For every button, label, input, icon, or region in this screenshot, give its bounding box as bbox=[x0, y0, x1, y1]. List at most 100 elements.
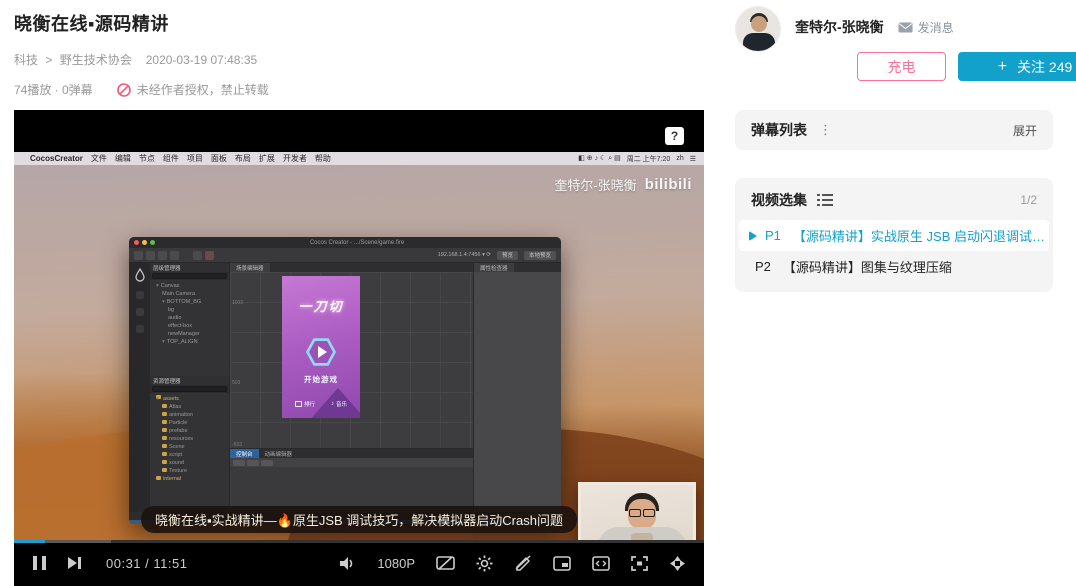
follow-button[interactable]: + 关注 249 bbox=[958, 52, 1076, 81]
send-message-link[interactable]: 发消息 bbox=[898, 19, 954, 36]
animation-editor-tab[interactable]: 动画编辑器 bbox=[259, 449, 299, 458]
console-filter-button[interactable] bbox=[261, 459, 273, 466]
start-game-button[interactable] bbox=[306, 337, 336, 367]
hierarchy-search-input[interactable] bbox=[152, 273, 227, 279]
page-title: 晓衡在线▪源码精讲 bbox=[14, 14, 169, 34]
rank-icon bbox=[294, 401, 302, 407]
window-titlebar: Cocos Creator - .../Scene/game.fire bbox=[129, 237, 561, 248]
rect-tool-icon[interactable] bbox=[170, 250, 179, 260]
playlist-list-icon[interactable] bbox=[817, 194, 833, 206]
inspector-tab[interactable]: 属性检查器 bbox=[474, 263, 514, 272]
local-preview-button[interactable]: 本地预览 bbox=[523, 250, 556, 260]
close-window-icon[interactable] bbox=[134, 240, 139, 245]
tree-node[interactable]: effect-box bbox=[150, 322, 229, 330]
asset-folder[interactable]: Atlas bbox=[150, 403, 229, 411]
assets-search-row bbox=[150, 385, 229, 393]
pip-button[interactable] bbox=[553, 555, 571, 571]
tree-node[interactable]: TOP_ALIGN bbox=[150, 338, 229, 346]
menubar-app-name: CocosCreator bbox=[30, 154, 83, 163]
envelope-icon bbox=[898, 22, 913, 32]
breadcrumb-subcategory[interactable]: 野生技术协会 bbox=[60, 53, 132, 67]
blocked-words-button[interactable] bbox=[514, 555, 532, 571]
ruler-label: -503 bbox=[232, 442, 243, 448]
console-filter-button[interactable] bbox=[233, 459, 245, 466]
asset-folder[interactable]: Scene bbox=[150, 443, 229, 451]
music-note-icon: ♪ bbox=[331, 401, 334, 407]
menubar-clock: 周二 上午7:20 bbox=[626, 155, 671, 163]
minimize-window-icon[interactable] bbox=[142, 240, 147, 245]
pivot-toggle-icon[interactable] bbox=[193, 250, 202, 260]
tree-node[interactable]: Canvas bbox=[150, 282, 229, 290]
playlist-item-id: P2 bbox=[755, 259, 771, 274]
playlist-item-p2[interactable]: P2 【源码精讲】图集与纹理压缩 bbox=[735, 251, 1053, 282]
tree-node[interactable]: Main Camera bbox=[150, 290, 229, 298]
music-button[interactable]: ♪ 音乐 bbox=[331, 400, 347, 408]
menu-project: 项目 bbox=[186, 154, 203, 163]
uploader-name[interactable]: 奎特尔-张晓衡 bbox=[795, 17, 884, 37]
danmaku-toggle-button[interactable] bbox=[436, 555, 455, 571]
copyright-notice: 未经作者授权，禁止转载 bbox=[136, 83, 269, 97]
asset-folder[interactable]: Particle bbox=[150, 419, 229, 427]
publish-time: 2020-03-19 07:48:35 bbox=[145, 52, 258, 67]
rank-button[interactable]: 排行 bbox=[294, 400, 315, 408]
asset-folder[interactable]: prefabs bbox=[150, 427, 229, 435]
asset-folder[interactable]: assets bbox=[150, 395, 229, 403]
menu-help: 帮助 bbox=[314, 154, 331, 163]
zoom-window-icon[interactable] bbox=[150, 240, 155, 245]
dock-item-icon[interactable] bbox=[135, 291, 144, 299]
breadcrumb-separator: > bbox=[45, 53, 53, 67]
tree-node[interactable]: BOTTOM_BG bbox=[150, 298, 229, 306]
quality-selector[interactable]: 1080P bbox=[377, 556, 415, 571]
playlist-panel: 视频选集 1/2 P1 【源码精讲】实战原生 JSB 启动闪退调试技术 P2 【… bbox=[735, 178, 1053, 292]
asset-folder[interactable]: sound bbox=[150, 459, 229, 467]
asset-folder[interactable]: Texture bbox=[150, 467, 229, 475]
asset-folder[interactable]: script bbox=[150, 451, 229, 459]
danmaku-expand-button[interactable]: 展开 bbox=[1013, 122, 1037, 139]
volume-button[interactable] bbox=[339, 556, 356, 571]
danmaku-menu-icon[interactable]: ⋮ bbox=[819, 122, 832, 138]
fullscreen-button[interactable] bbox=[631, 555, 648, 571]
preview-address[interactable]: 192.168.1.4:7456 ▾ ⟳ bbox=[438, 252, 491, 258]
inspector-tabbar: 属性检查器 bbox=[474, 263, 561, 272]
menu-node: 节点 bbox=[138, 154, 155, 163]
asset-folder[interactable]: internal bbox=[150, 475, 229, 483]
tree-node[interactable]: bg bbox=[150, 306, 229, 314]
video-viewport[interactable]: ? CocosCreator 文件 编辑 节点 组件 项目 面板 布局 扩展 开… bbox=[14, 110, 704, 540]
plus-icon: + bbox=[997, 57, 1008, 75]
menu-extension: 扩展 bbox=[258, 154, 275, 163]
playlist-item-p1[interactable]: P1 【源码精讲】实战原生 JSB 启动闪退调试技术 bbox=[739, 220, 1049, 251]
console-filter-button[interactable] bbox=[247, 459, 259, 466]
asset-folder[interactable]: animation bbox=[150, 411, 229, 419]
player-help-button[interactable]: ? bbox=[665, 127, 684, 145]
anchor-toggle-icon[interactable] bbox=[205, 250, 214, 260]
console-tab[interactable]: 控制台 bbox=[230, 449, 259, 458]
move-tool-icon[interactable] bbox=[134, 250, 143, 260]
seek-bar[interactable] bbox=[14, 540, 704, 543]
preview-button[interactable]: 预览 bbox=[496, 250, 518, 260]
menubar-list-icon: ☰ bbox=[689, 155, 696, 163]
tree-node[interactable]: audio bbox=[150, 314, 229, 322]
macos-desktop: CocosCreator 文件 编辑 节点 组件 项目 面板 布局 扩展 开发者… bbox=[14, 152, 704, 540]
charge-button[interactable]: 充电 bbox=[857, 52, 946, 81]
scene-tabbar: 场景编辑器 bbox=[230, 263, 473, 272]
breadcrumb-category[interactable]: 科技 bbox=[14, 53, 38, 67]
dock-item-icon[interactable] bbox=[135, 308, 144, 316]
pause-button[interactable] bbox=[32, 555, 47, 571]
scene-view[interactable]: 1003 503 -503 一刀切 开始游戏 排行 ♪ 音乐 bbox=[230, 272, 473, 448]
theater-mode-button[interactable] bbox=[669, 555, 686, 572]
tree-node[interactable]: newManager bbox=[150, 330, 229, 338]
play-danmaku-stats: 74播放 · 0弹幕 bbox=[14, 83, 93, 97]
danmaku-settings-button[interactable] bbox=[476, 555, 493, 572]
assets-search-input[interactable] bbox=[152, 386, 227, 392]
dock-item-icon[interactable] bbox=[135, 325, 144, 333]
uploader-avatar[interactable] bbox=[735, 6, 781, 52]
scale-tool-icon[interactable] bbox=[158, 250, 167, 260]
next-video-button[interactable] bbox=[67, 556, 82, 570]
play-triangle-icon bbox=[318, 346, 327, 358]
scene-editor-tab[interactable]: 场景编辑器 bbox=[230, 263, 270, 272]
no-reprint-icon bbox=[116, 82, 131, 97]
web-fullscreen-button[interactable] bbox=[592, 555, 610, 571]
rotate-tool-icon[interactable] bbox=[146, 250, 155, 260]
asset-folder[interactable]: resources bbox=[150, 435, 229, 443]
danmaku-list-panel: 弹幕列表 ⋮ 展开 bbox=[735, 110, 1053, 150]
